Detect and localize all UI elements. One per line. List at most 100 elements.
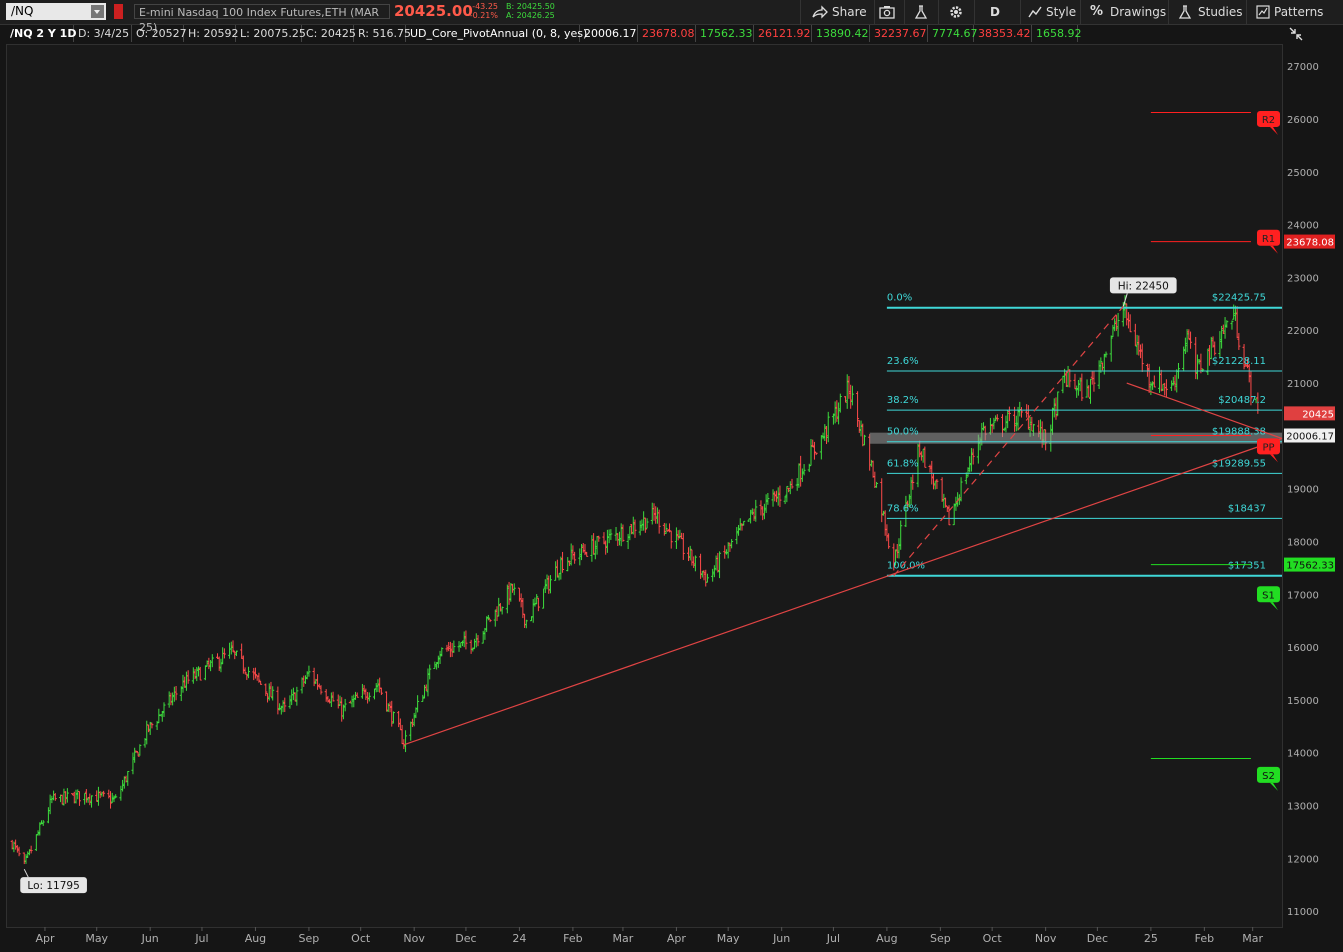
ohlc-bar <box>590 535 594 562</box>
ohlc-bar <box>788 481 792 495</box>
ohlc-bar <box>1133 323 1137 346</box>
ohlc-bar <box>995 414 999 422</box>
ohlc-bar <box>728 542 732 552</box>
ohlc-bar <box>885 524 889 542</box>
ohlc-bar <box>982 422 986 431</box>
ohlc-bar <box>179 686 183 702</box>
ohlc-bar <box>609 529 613 540</box>
ohlc-bar <box>704 569 708 587</box>
ohlc-bar <box>386 703 390 712</box>
ohlc-bar <box>809 438 813 466</box>
y-tick-label: 19000 <box>1287 485 1319 496</box>
ohlc-bar <box>580 543 584 561</box>
ohlc-bar <box>1068 369 1072 388</box>
ohlc-bar <box>271 686 275 701</box>
ohlc-bar <box>952 503 956 526</box>
ohlc-bar <box>571 545 575 560</box>
ohlc-bar <box>1185 329 1189 353</box>
ohlc-bar <box>181 674 185 693</box>
collapse-button[interactable] <box>1286 24 1306 44</box>
ohlc-bar <box>1109 335 1113 362</box>
ohlc-bar <box>1116 312 1120 337</box>
ohlc-bar <box>542 588 546 609</box>
ohlc-bar <box>243 667 247 675</box>
ohlc-bar <box>638 520 642 536</box>
fib-price-label: $17351 <box>1228 561 1266 572</box>
ohlc-bar <box>873 471 877 489</box>
ohlc-bar <box>426 668 430 697</box>
fib-price-label: $21228.11 <box>1212 356 1266 367</box>
pp-price-tag-label: 20006.17 <box>1286 432 1334 443</box>
ohlc-bar <box>198 666 202 681</box>
y-tick-label: 13000 <box>1287 802 1319 813</box>
ohlc-bar <box>712 565 716 578</box>
ohlc-bar <box>1076 380 1080 396</box>
ohlc-bar <box>592 533 596 555</box>
ohlc-bar <box>633 519 637 538</box>
ohlc-bar <box>850 385 854 406</box>
r1-price-tag: 23678.08 <box>1284 234 1335 249</box>
y-tick-label: 15000 <box>1287 696 1319 707</box>
ohlc-bar <box>476 635 480 647</box>
ohlc-bar <box>473 638 477 650</box>
ohlc-bar <box>617 531 621 546</box>
ohlc-bar <box>1075 385 1079 398</box>
ohlc-bar <box>602 532 606 545</box>
ohlc-bar <box>711 568 715 582</box>
ohlc-bar <box>355 692 359 698</box>
ohlc-bar <box>655 507 659 524</box>
ohlc-bar <box>50 795 54 804</box>
ohlc-bar <box>578 548 582 566</box>
ohlc-bar <box>838 393 842 413</box>
ohlc-bar <box>84 789 88 803</box>
x-tick-label: Sep <box>930 932 951 945</box>
ohlc-bar <box>307 665 311 677</box>
ohlc-bar <box>1101 362 1105 371</box>
ohlc-bar <box>219 658 223 673</box>
ohlc-bar <box>233 651 237 660</box>
x-tick-label: Dec <box>455 932 476 945</box>
last-price-tag: 20425 <box>1284 406 1335 421</box>
ohlc-bar <box>162 702 166 717</box>
fib-price-label: $22425.75 <box>1212 293 1266 304</box>
callout-pointer <box>23 868 29 878</box>
ohlc-bar <box>642 511 646 531</box>
price-chart[interactable]: 11000 12000 13000 14000 15000 16000 17000 18000… <box>0 0 1343 946</box>
ohlc-bar <box>376 679 380 693</box>
ohlc-bar <box>1173 375 1177 391</box>
ohlc-bar <box>875 481 879 488</box>
ohlc-bar <box>1004 415 1008 433</box>
ohlc-bar <box>131 752 135 775</box>
ohlc-bar <box>354 691 358 700</box>
ohlc-bar <box>1152 375 1156 388</box>
ohlc-bar <box>231 640 235 653</box>
collapse-arrows-icon <box>1289 27 1303 41</box>
y-tick-label: 26000 <box>1287 115 1319 126</box>
ohlc-bar <box>862 434 866 446</box>
ohlc-bar <box>1140 343 1144 372</box>
ohlc-bar <box>837 402 841 425</box>
ohlc-bar <box>716 552 720 573</box>
ohlc-bar <box>469 639 473 654</box>
ohlc-bar <box>521 597 525 619</box>
ohlc-bar <box>693 555 697 572</box>
y-tick-label: 17000 <box>1287 590 1319 601</box>
pivot-bubble-s2: S2 <box>1257 766 1280 791</box>
ohlc-bar <box>1078 377 1082 392</box>
ohlc-bar <box>229 641 233 655</box>
ohlc-bar <box>1221 324 1225 334</box>
ohlc-bar <box>88 793 92 806</box>
fib-price-label: $19888.38 <box>1212 427 1266 438</box>
x-tick-label: Aug <box>245 932 266 945</box>
ohlc-bar <box>247 666 251 679</box>
ohlc-bar <box>942 493 946 508</box>
last-price-tag-label: 20425 <box>1302 409 1334 420</box>
ohlc-bar <box>631 516 635 535</box>
ohlc-bar <box>234 650 238 657</box>
ohlc-bar <box>276 686 280 715</box>
ohlc-bar <box>573 551 577 564</box>
ohlc-bar <box>871 460 875 478</box>
ohlc-bar <box>77 791 81 806</box>
fib-ratio-label: 38.2% <box>887 395 919 406</box>
x-tick-label: May <box>717 932 740 945</box>
